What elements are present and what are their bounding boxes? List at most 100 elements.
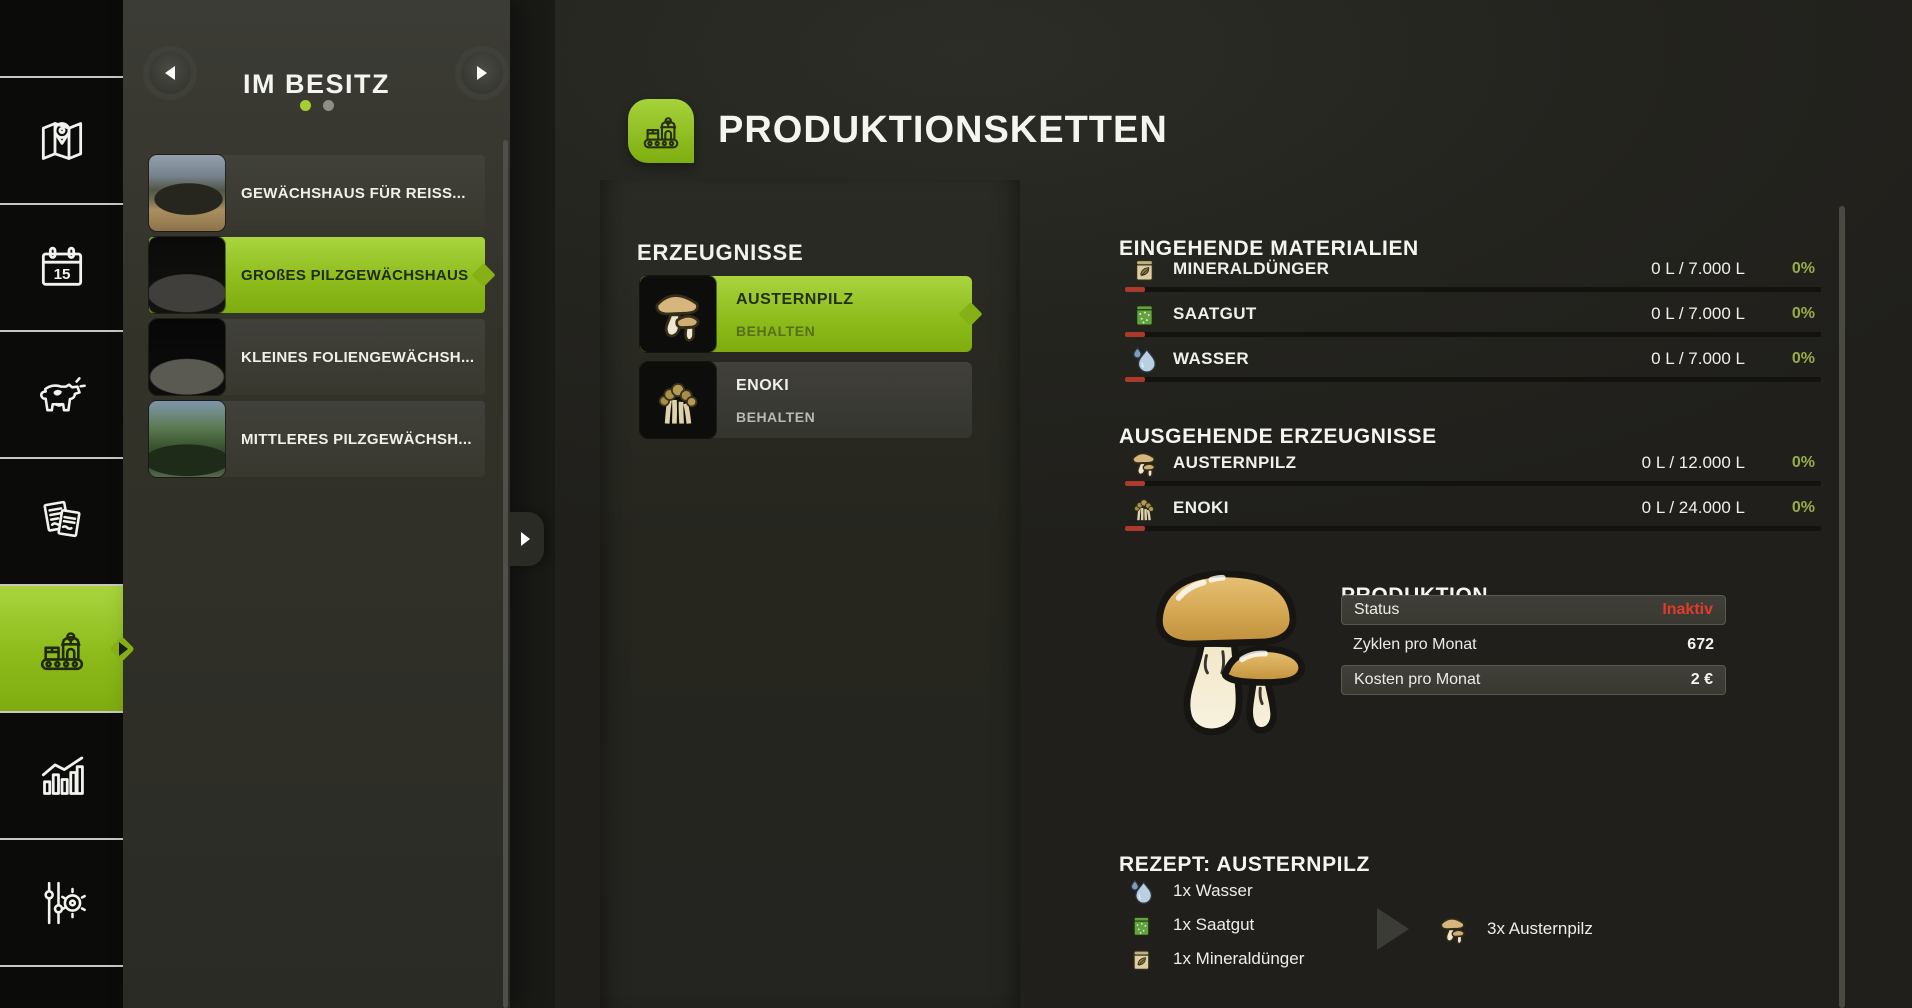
sidebar-empty-slot: [0, 0, 123, 76]
map-icon: [34, 113, 90, 169]
svg-text:15: 15: [53, 266, 70, 283]
sidebar: 15: [0, 0, 123, 1008]
recipe-output-row: 3x Austernpilz: [1437, 911, 1593, 947]
building-label: KLEINES FOLIENGEWÄCHSH...: [241, 319, 477, 395]
details-scrollbar[interactable]: [1839, 206, 1845, 1008]
chevron-right-icon: [521, 532, 530, 546]
recipe-arrow-icon: [1377, 908, 1409, 950]
outgoing-rows: AUSTERNPILZ 0 L / 12.000 L 0% ENOKI 0 L …: [1115, 446, 1821, 536]
water-drop-icon: [1127, 876, 1155, 906]
oyster-mushroom-icon: [649, 285, 707, 343]
sidebar-item-production[interactable]: [0, 586, 123, 711]
product-name: AUSTERNPILZ: [736, 291, 854, 309]
status-label: Status: [1354, 601, 1662, 619]
costs-row: Kosten pro Monat 2 €: [1341, 665, 1726, 695]
product-mode: BEHALTEN: [736, 323, 815, 339]
material-percent: 0%: [1759, 499, 1815, 517]
building-list-item[interactable]: GEWÄCHSHAUS FÜR REISS...: [149, 155, 485, 231]
products-panel: ERZEUGNISSE AUSTERNPILZ BEHALTEN ENOKI: [600, 180, 1020, 1008]
costs-value: 2 €: [1691, 671, 1713, 689]
product-name: ENOKI: [736, 377, 789, 395]
sidebar-item-contracts[interactable]: [0, 459, 123, 584]
next-page-button[interactable]: [461, 52, 503, 94]
active-tab-arrow-icon: [119, 642, 128, 656]
status-row: Status Inaktiv: [1341, 595, 1726, 625]
material-row: SAATGUT 0 L / 7.000 L 0%: [1115, 297, 1821, 342]
seed-bag-icon: [1129, 298, 1159, 330]
cow-icon: [34, 367, 90, 423]
costs-label: Kosten pro Monat: [1354, 671, 1691, 689]
building-list-item-selected[interactable]: GROßES PILZGEWÄCHSHAUS: [149, 237, 485, 313]
production-icon: [638, 108, 684, 154]
incoming-rows: MINERALDÜNGER 0 L / 7.000 L 0% SAATGUT 0…: [1115, 252, 1821, 387]
cycles-row: Zyklen pro Monat 672: [1341, 630, 1726, 660]
fill-progress-bar: [1125, 526, 1821, 531]
building-thumbnail: [149, 401, 225, 477]
seed-bag-icon: [1127, 910, 1155, 940]
sidebar-item-settings[interactable]: [0, 840, 123, 965]
building-label: GEWÄCHSHAUS FÜR REISS...: [241, 155, 477, 231]
main-panel: PRODUKTIONSKETTEN ERZEUGNISSE AUSTERNPIL…: [555, 0, 1912, 1008]
product-mode: BEHALTEN: [736, 409, 815, 425]
owned-panel-title: IM BESITZ: [123, 69, 510, 100]
chevron-right-icon: [477, 66, 487, 80]
pagination-dots: [123, 100, 510, 111]
calendar-icon: 15: [34, 240, 90, 296]
material-percent: 0%: [1759, 350, 1815, 368]
oyster-mushroom-icon: [1437, 912, 1469, 946]
production-details: EINGEHENDE MATERIALIEN MINERALDÜNGER 0 L…: [1115, 0, 1821, 1008]
settings-icon: [34, 875, 90, 931]
page-header: PRODUKTIONSKETTEN: [628, 84, 1168, 178]
material-row: AUSTERNPILZ 0 L / 12.000 L 0%: [1115, 446, 1821, 491]
sidebar-empty-slot: [0, 967, 123, 1008]
product-item[interactable]: ENOKI BEHALTEN: [640, 362, 972, 438]
cycles-value: 672: [1687, 636, 1714, 654]
product-list: AUSTERNPILZ BEHALTEN ENOKI BEHALTEN: [640, 276, 972, 448]
sidebar-item-statistics[interactable]: [0, 713, 123, 838]
water-drop-icon: [1129, 343, 1159, 375]
enoki-mushroom-icon: [1129, 492, 1159, 524]
material-name: WASSER: [1173, 349, 1637, 369]
stats-icon: [34, 748, 90, 804]
oyster-mushroom-illustration: [1146, 563, 1314, 751]
recipe-input-label: 1x Wasser: [1173, 881, 1253, 901]
production-rows: Status Inaktiv Zyklen pro Monat 672 Kost…: [1341, 595, 1726, 700]
contracts-icon: [34, 494, 90, 550]
fill-progress-bar: [1125, 481, 1821, 486]
material-fill-level: 0 L / 7.000 L: [1651, 304, 1745, 324]
material-name: MINERALDÜNGER: [1173, 259, 1637, 279]
material-name: AUSTERNPILZ: [1173, 453, 1628, 473]
material-fill-level: 0 L / 12.000 L: [1642, 453, 1745, 473]
building-thumbnail: [149, 155, 225, 231]
sidebar-item-map[interactable]: [0, 78, 123, 203]
building-list-item[interactable]: KLEINES FOLIENGEWÄCHSH...: [149, 319, 485, 395]
cycles-label: Zyklen pro Monat: [1353, 636, 1687, 654]
material-row: MINERALDÜNGER 0 L / 7.000 L 0%: [1115, 252, 1821, 297]
recipe-input-row: 1x Wasser: [1115, 874, 1821, 908]
product-item-selected[interactable]: AUSTERNPILZ BEHALTEN: [640, 276, 972, 352]
page-dot[interactable]: [323, 100, 334, 111]
page-dot-active[interactable]: [300, 100, 311, 111]
building-label: MITTLERES PILZGEWÄCHSH...: [241, 401, 477, 477]
material-fill-level: 0 L / 7.000 L: [1651, 259, 1745, 279]
production-chains-badge: [628, 99, 694, 163]
material-fill-level: 0 L / 7.000 L: [1651, 349, 1745, 369]
fertilizer-bag-icon: [1127, 944, 1155, 974]
production-status-block: PRODUKTION Status Inaktiv Zyklen pro Mon…: [1115, 555, 1821, 795]
building-list-scrollbar[interactable]: [503, 140, 508, 1008]
owned-buildings-panel: IM BESITZ GEWÄCHSHAUS FÜR REISS... GROßE…: [123, 0, 510, 1008]
sidebar-item-calendar[interactable]: 15: [0, 205, 123, 330]
panel-expander-handle[interactable]: [510, 512, 544, 566]
products-title: ERZEUGNISSE: [637, 240, 804, 266]
material-percent: 0%: [1759, 305, 1815, 323]
material-percent: 0%: [1759, 454, 1815, 472]
sidebar-item-animals[interactable]: [0, 332, 123, 457]
building-list-item[interactable]: MITTLERES PILZGEWÄCHSH...: [149, 401, 485, 477]
production-icon: [34, 621, 90, 677]
material-name: SAATGUT: [1173, 304, 1637, 324]
recipe-block: 1x Wasser 1x Saatgut 1x Mineraldünger 3x…: [1115, 874, 1821, 1004]
building-thumbnail: [149, 319, 225, 395]
fill-progress-bar: [1125, 287, 1821, 292]
material-fill-level: 0 L / 24.000 L: [1642, 498, 1745, 518]
recipe-output-label: 3x Austernpilz: [1487, 919, 1593, 939]
